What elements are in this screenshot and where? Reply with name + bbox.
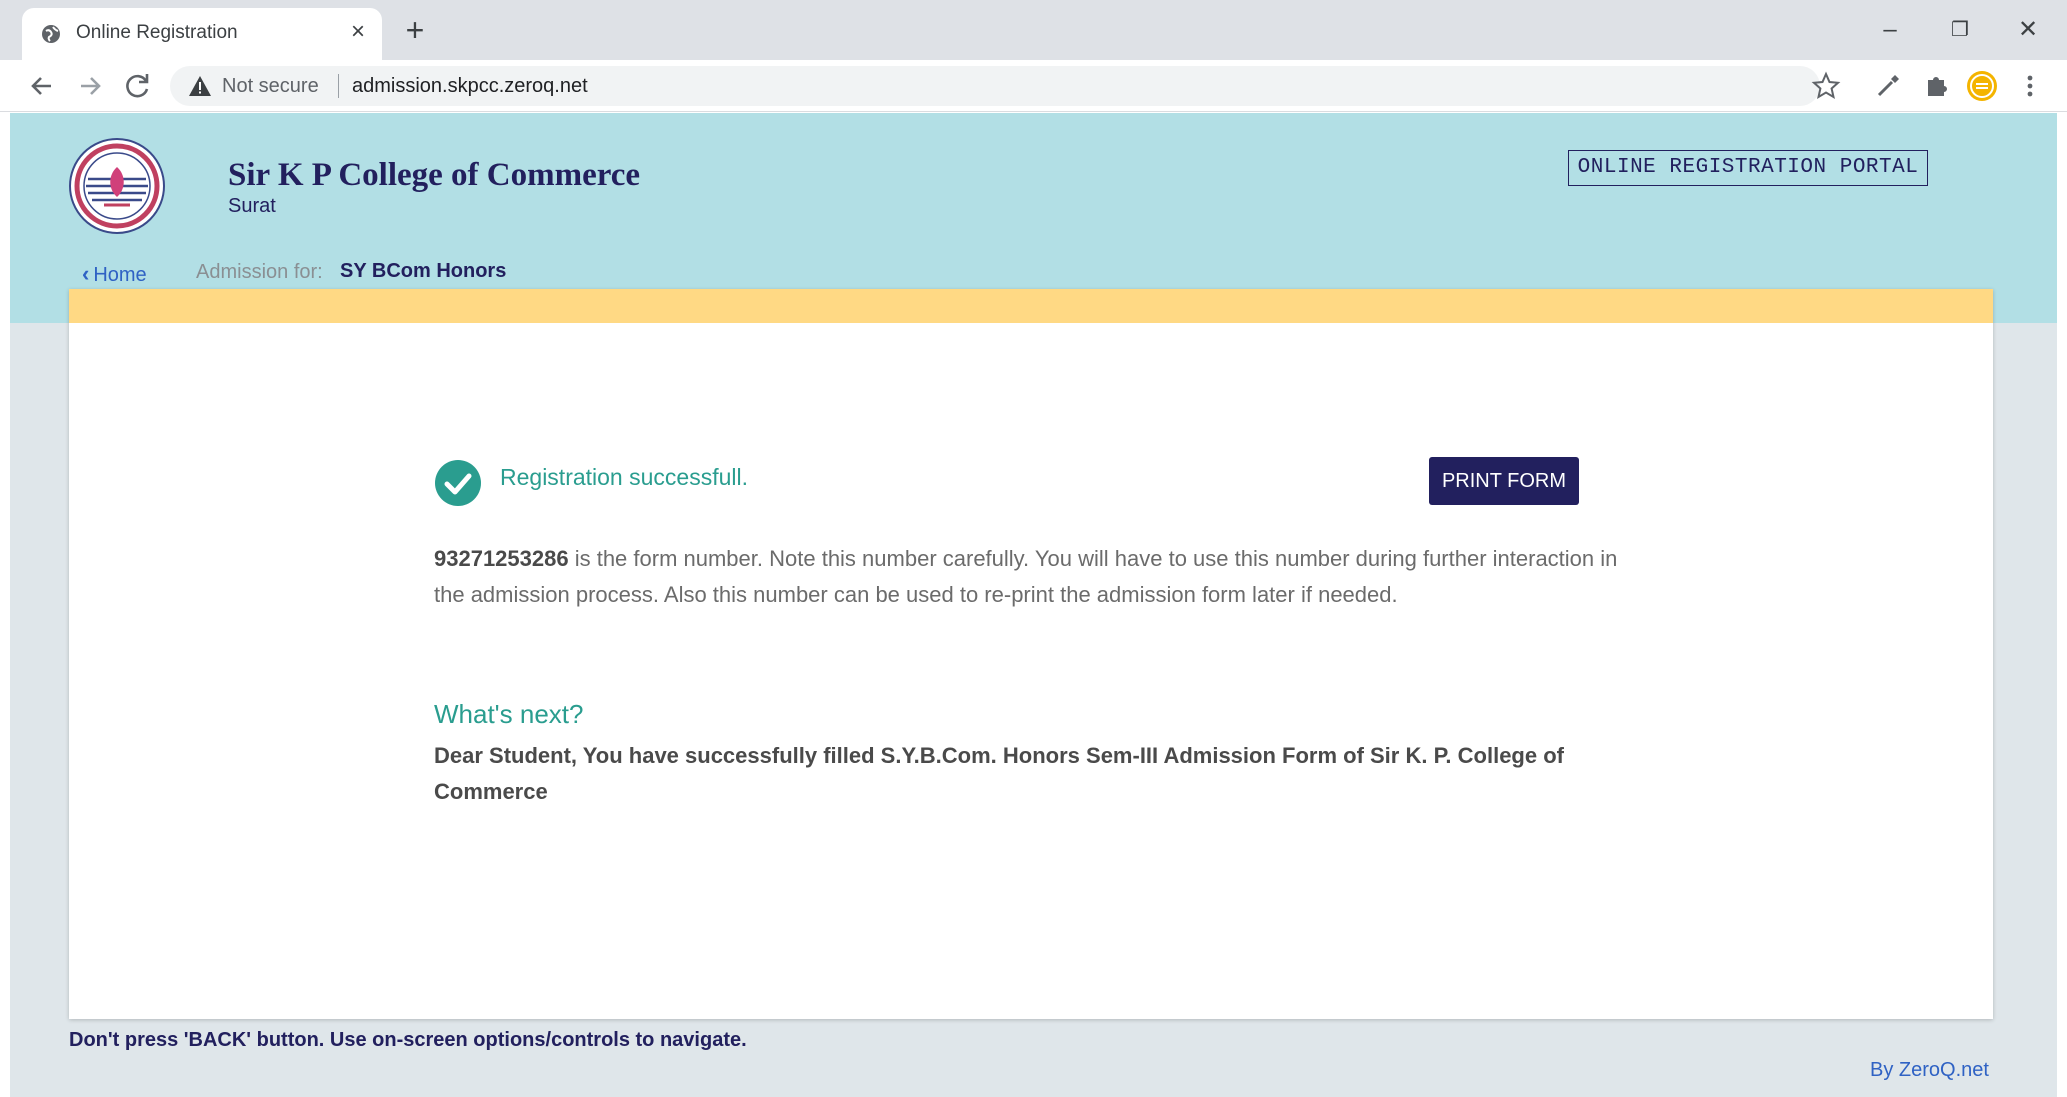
chevron-left-icon: ‹: [82, 261, 90, 286]
whats-next-text: Dear Student, You have successfully fill…: [434, 743, 1564, 804]
browser-tab[interactable]: Online Registration ×: [22, 8, 382, 60]
form-number-info: 93271253286 is the form number. Note thi…: [434, 541, 1634, 613]
browser-tab-bar: Online Registration × + – ❐ ✕: [0, 0, 2067, 60]
college-logo: [69, 138, 165, 234]
star-icon[interactable]: [1808, 68, 1844, 104]
address-bar[interactable]: Not secure admission.skpcc.zeroq.net: [170, 66, 1820, 106]
check-circle-icon: [435, 460, 481, 506]
minimize-icon[interactable]: –: [1870, 10, 1910, 50]
restore-icon[interactable]: ❐: [1940, 10, 1980, 50]
form-info-text: is the form number. Note this number car…: [434, 546, 1618, 607]
registration-card: Registration successfull. PRINT FORM 932…: [69, 289, 1993, 1019]
print-form-button[interactable]: PRINT FORM: [1429, 457, 1579, 505]
url-separator: [338, 74, 339, 98]
browser-toolbar: Not secure admission.skpcc.zeroq.net: [0, 60, 2067, 112]
admission-label: Admission for:: [196, 261, 323, 283]
url-text[interactable]: admission.skpcc.zeroq.net: [352, 75, 588, 98]
web-page: Sir K P College of Commerce Surat ONLINE…: [10, 113, 2057, 1097]
menu-icon[interactable]: [2012, 68, 2048, 104]
college-name: Sir K P College of Commerce: [228, 157, 641, 193]
extensions-icon[interactable]: [1918, 68, 1954, 104]
new-tab-button[interactable]: +: [398, 14, 432, 48]
forward-icon[interactable]: [72, 68, 108, 104]
profile-icon[interactable]: [1964, 68, 2000, 104]
reload-icon[interactable]: [120, 68, 156, 104]
success-message: Registration successfull.: [500, 464, 748, 490]
tab-title: Online Registration: [76, 22, 238, 43]
portal-label: ONLINE REGISTRATION PORTAL: [1568, 150, 1928, 186]
back-icon[interactable]: [24, 68, 60, 104]
zeroq-link[interactable]: By ZeroQ.net: [1870, 1059, 1989, 1082]
tab-close-icon[interactable]: ×: [344, 18, 372, 46]
home-link[interactable]: ‹ Home: [82, 261, 147, 287]
home-link-label: Home: [93, 264, 147, 286]
whats-next-heading: What's next?: [434, 699, 584, 729]
security-label[interactable]: Not secure: [222, 75, 319, 98]
eyedropper-icon[interactable]: [1870, 68, 1906, 104]
back-button-warning: Don't press 'BACK' button. Use on-screen…: [69, 1029, 747, 1051]
card-accent-strip: [69, 289, 1993, 323]
warning-icon[interactable]: [188, 75, 212, 97]
form-number: 93271253286: [434, 546, 569, 571]
admission-value: SY BCom Honors: [340, 260, 507, 282]
window-close-icon[interactable]: ✕: [2008, 10, 2048, 50]
college-city: Surat: [228, 195, 276, 217]
globe-icon: [42, 25, 60, 43]
